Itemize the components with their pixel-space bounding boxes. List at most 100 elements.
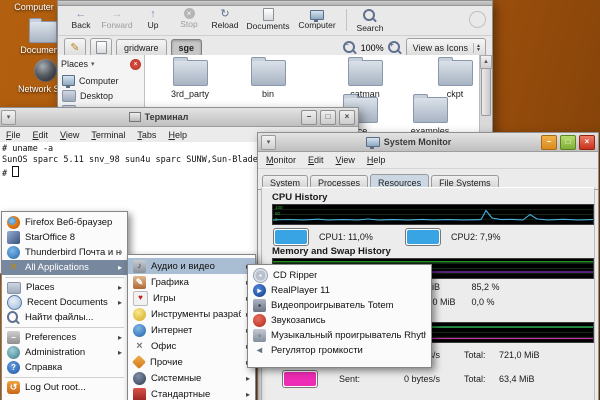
swap-percent: 0,0 % [472,297,495,307]
menu-item-audio-video[interactable]: Аудио и видео ▸ [128,258,255,274]
computer-monitor-icon [62,75,75,86]
menu-item-standard[interactable]: Стандартные ▸ [128,386,255,400]
places-sidebar-header[interactable]: Places ▾ × [58,55,144,73]
minimize-button[interactable]: − [301,110,317,125]
menu-help[interactable]: Help [367,155,386,165]
menu-edit[interactable]: Edit [308,155,324,165]
realplayer-icon [253,284,266,297]
menu-item-administration[interactable]: Administration ▸ [2,345,127,360]
menu-item-staroffice[interactable]: StarOffice 8 [2,230,127,245]
sent-legend-row: Sent: 0 bytes/s Total: 63,4 MiB [282,370,535,388]
menu-item-thunderbird[interactable]: Thunderbird Почта и новости [2,245,127,260]
axis-label: 0 [275,218,278,222]
documents-button[interactable]: Documents [244,8,292,31]
file-name: 3rd_party [171,89,209,99]
system-monitor-titlebar[interactable]: ▾ System Monitor − □ × [258,133,598,152]
menu-item-development-tools[interactable]: Инструменты разработки ▸ [128,306,255,322]
sidebar-item-desktop[interactable]: Desktop [58,88,144,103]
menu-item-find-files[interactable]: Найти файлы... [2,310,127,325]
received-total-label: Total: [464,350,499,360]
menu-item-help[interactable]: Справка [2,360,127,375]
maximize-button[interactable]: □ [320,110,336,125]
menu-item-other[interactable]: Прочие ▸ [128,354,255,370]
menu-item-all-applications[interactable]: All Applications ▸ [2,260,127,275]
menu-item-internet[interactable]: Интернет ▸ [128,322,255,338]
stop-button[interactable]: × Stop [172,8,206,29]
close-button[interactable]: × [339,110,355,125]
menu-terminal[interactable]: Terminal [91,130,125,140]
zoom-out-icon[interactable]: − [343,41,355,53]
menu-item-sound-recorder[interactable]: Звукозапись [248,313,431,328]
reload-button[interactable]: ↻ Reload [208,8,242,30]
menu-edit[interactable]: Edit [33,130,49,140]
menu-item-rhythmbox[interactable]: Музыкальный проигрыватель Rhythmbox [248,328,431,343]
menu-item-games[interactable]: Игры ▸ [128,290,255,306]
file-ckpt[interactable]: ckpt [423,60,487,99]
menu-item-graphics[interactable]: Графика ▸ [128,274,255,290]
cpu1-label: CPU1: [319,232,346,242]
menu-help[interactable]: Help [168,130,187,140]
sidebar-close-icon[interactable]: × [130,59,141,70]
menu-item-system[interactable]: Системные ▸ [128,370,255,386]
desktop-icon-computer[interactable]: Computer [6,2,62,12]
menu-view[interactable]: View [60,130,79,140]
breadcrumb-gridware[interactable]: gridware [116,39,167,57]
audio-video-icon [133,260,146,273]
window-menu-icon[interactable]: ▾ [261,135,276,150]
menu-item-label: Игры [153,293,175,304]
sidebar-item-computer[interactable]: Computer [58,73,144,88]
menu-item-label: CD Ripper [273,270,317,281]
file-catman[interactable]: catman [333,60,397,99]
forward-arrow-icon: → [112,8,123,20]
window-menu-icon[interactable]: ▾ [1,110,16,125]
view-mode-label: View as Icons [413,43,468,53]
menu-item-realplayer[interactable]: RealPlayer 11 [248,283,431,298]
file-examples[interactable]: examples [398,97,462,136]
places-header-label: Places [61,59,88,69]
cpu2-label: CPU2: [451,232,478,242]
search-label: Search [357,23,384,33]
menu-item-cd-ripper[interactable]: CD Ripper [248,268,431,283]
back-button[interactable]: ← Back [64,8,98,30]
scrollbar-thumb[interactable] [481,68,491,116]
recent-documents-icon [7,295,22,310]
cpu2-swatch[interactable] [405,228,441,246]
menu-item-office[interactable]: Офис ▸ [128,338,255,354]
menu-item-label: All Applications [25,262,89,273]
zoom-in-icon[interactable]: + [388,41,400,53]
search-button[interactable]: Search [353,8,387,33]
menu-tabs[interactable]: Tabs [137,130,156,140]
menu-item-recent-documents[interactable]: Recent Documents ▸ [2,295,127,310]
sent-total-label: Total: [464,374,499,384]
terminal-titlebar[interactable]: ▾ Терминал − □ × [0,108,358,127]
sent-swatch[interactable] [282,370,318,388]
maximize-button[interactable]: □ [560,135,576,150]
minimize-button[interactable]: − [541,135,557,150]
cpu1-swatch[interactable] [273,228,309,246]
up-arrow-icon: ↑ [150,8,156,20]
menu-item-preferences[interactable]: Preferences ▸ [2,330,127,345]
menu-monitor[interactable]: Monitor [266,155,296,165]
documents-label: Documents [247,21,290,31]
close-button[interactable]: × [579,135,595,150]
desktop-icon-label: Computer [14,2,54,12]
terminal-icon [129,112,141,122]
cd-ripper-icon [253,268,268,283]
computer-button[interactable]: Computer [294,8,340,30]
breadcrumb-sge[interactable]: sge [171,39,203,57]
forward-button[interactable]: → Forward [100,8,134,30]
file-3rd_party[interactable]: 3rd_party [158,60,222,99]
menu-item-places[interactable]: Places ▸ [2,280,127,295]
scroll-up-icon[interactable]: ▲ [480,55,492,69]
menu-item-volume-control[interactable]: Регулятор громкости [248,343,431,358]
menu-view[interactable]: View [336,155,355,165]
menu-file[interactable]: File [6,130,21,140]
swap-legend-fragment: 4,0 MiB 0,0 % [425,297,495,307]
menu-item-log-out[interactable]: Log Out root... [2,380,127,395]
menu-item-totem[interactable]: Видеопроигрыватель Totem [248,298,431,313]
applications-icon [7,261,20,274]
up-button[interactable]: ↑ Up [136,8,170,30]
main-menu: Firefox Веб-браузер StarOffice 8 Thunder… [1,211,128,400]
menu-item-firefox[interactable]: Firefox Веб-браузер [2,215,127,230]
file-bin[interactable]: bin [236,60,300,99]
